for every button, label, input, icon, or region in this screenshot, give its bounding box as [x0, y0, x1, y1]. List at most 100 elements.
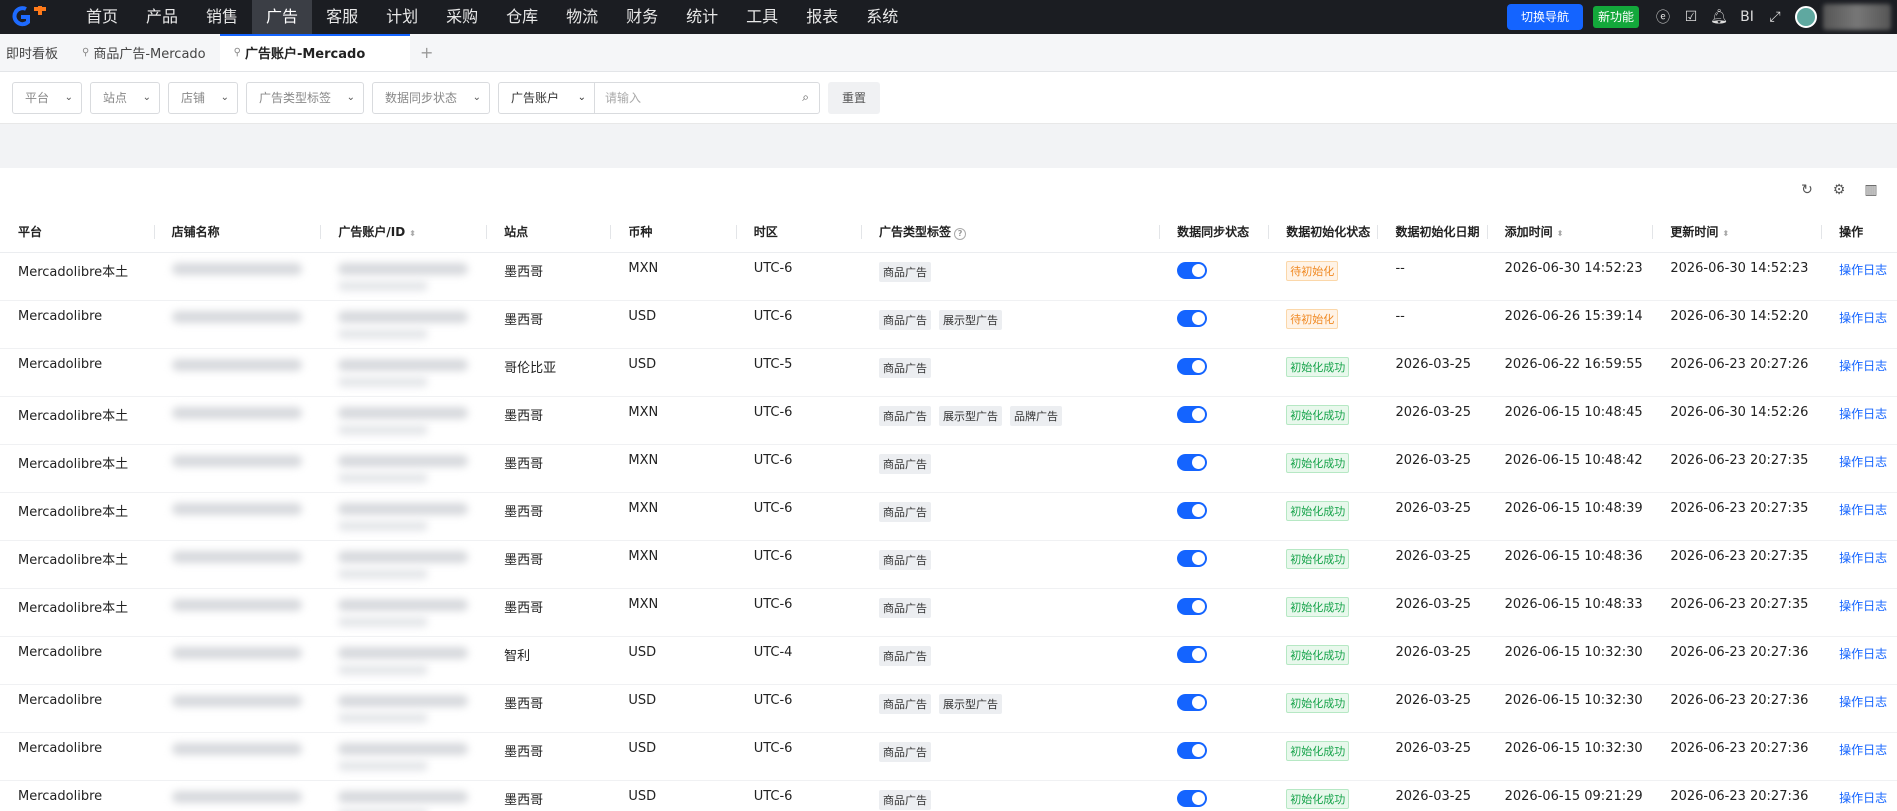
- nav-item[interactable]: 计划: [372, 0, 432, 34]
- operation-log-link[interactable]: 操作日志: [1839, 263, 1887, 277]
- sync-toggle[interactable]: [1177, 693, 1208, 711]
- col-shop: 店铺名称: [153, 212, 321, 253]
- tab-product-ads[interactable]: ⚲ 商品广告-Mercado: [68, 34, 220, 71]
- nav-item[interactable]: 报表: [792, 0, 852, 34]
- nav-item[interactable]: 系统: [852, 0, 912, 34]
- sync-toggle[interactable]: [1177, 309, 1208, 327]
- table-row[interactable]: Mercadolibre 墨西哥 USD UTC-6 商品广告 初始化成功 20…: [0, 780, 1897, 811]
- col-added[interactable]: 添加时间 ⬍: [1486, 212, 1653, 253]
- new-feature-badge[interactable]: 新功能: [1592, 6, 1639, 28]
- col-updated[interactable]: 更新时间 ⬍: [1652, 212, 1822, 253]
- add-tab-button[interactable]: +: [410, 34, 444, 71]
- bell-icon[interactable]: 🔔︎: [1705, 0, 1733, 34]
- operation-log-link[interactable]: 操作日志: [1839, 503, 1887, 517]
- operation-log-link[interactable]: 操作日志: [1839, 311, 1887, 325]
- table-row[interactable]: Mercadolibre 墨西哥 USD UTC-6 商品广告 展示型广告 待初始…: [0, 300, 1897, 349]
- sync-toggle[interactable]: [1177, 645, 1208, 663]
- settings-icon[interactable]: ⚙: [1823, 182, 1855, 198]
- cell-init-date: 2026-03-25: [1377, 684, 1487, 733]
- operation-log-link[interactable]: 操作日志: [1839, 359, 1887, 373]
- pin-icon: ⚲: [82, 47, 90, 58]
- sort-icon[interactable]: ⬍: [1722, 229, 1729, 238]
- sync-toggle[interactable]: [1177, 357, 1208, 375]
- refresh-icon[interactable]: ↻: [1791, 182, 1823, 198]
- cell-added: 2026-06-15 10:48:39: [1486, 492, 1653, 541]
- operation-log-link[interactable]: 操作日志: [1839, 551, 1887, 565]
- nav-item[interactable]: 客服: [312, 0, 372, 34]
- account-id-redacted: [338, 424, 429, 435]
- nav-item[interactable]: 物流: [552, 0, 612, 34]
- table-row[interactable]: Mercadolibre本土 墨西哥 MXN UTC-6 商品广告 初始化成功 …: [0, 540, 1897, 589]
- avatar[interactable]: [1795, 6, 1817, 28]
- sync-toggle[interactable]: [1177, 501, 1208, 519]
- nav-item[interactable]: 产品: [132, 0, 192, 34]
- table-row[interactable]: Mercadolibre本土 墨西哥 MXN UTC-6 商品广告 初始化成功 …: [0, 444, 1897, 493]
- nav-item[interactable]: 统计: [672, 0, 732, 34]
- ad-type-tag-select[interactable]: 广告类型标签 ⌄: [246, 81, 364, 114]
- sync-toggle[interactable]: [1177, 789, 1208, 807]
- table-row[interactable]: Mercadolibre本土 墨西哥 MXN UTC-6 商品广告 待初始化 -…: [0, 252, 1897, 301]
- cell-site: 墨西哥: [486, 300, 611, 349]
- site-select[interactable]: 站点 ⌄: [90, 81, 160, 114]
- nav-item[interactable]: 工具: [732, 0, 792, 34]
- sync-toggle[interactable]: [1177, 405, 1208, 423]
- tab-ad-accounts[interactable]: ⚲ 广告账户-Mercado: [219, 34, 410, 71]
- sync-toggle[interactable]: [1177, 453, 1208, 471]
- columns-icon[interactable]: ▥: [1855, 182, 1887, 198]
- help-icon[interactable]: ⓔ: [1649, 0, 1677, 34]
- search-input[interactable]: 请输入 ⌕: [595, 83, 819, 113]
- nav-item[interactable]: 仓库: [492, 0, 552, 34]
- cell-currency: MXN: [610, 492, 736, 541]
- table-row[interactable]: Mercadolibre本土 墨西哥 MXN UTC-6 商品广告 初始化成功 …: [0, 492, 1897, 541]
- table-row[interactable]: Mercadolibre本土 墨西哥 MXN UTC-6 商品广告 初始化成功 …: [0, 588, 1897, 637]
- sync-toggle[interactable]: [1177, 741, 1208, 759]
- help-icon[interactable]: ?: [954, 228, 967, 241]
- operation-log-link[interactable]: 操作日志: [1839, 455, 1887, 469]
- cell-site: 墨西哥: [486, 684, 611, 733]
- cell-site: 墨西哥: [486, 396, 611, 445]
- tab-dashboard[interactable]: 即时看板: [0, 34, 68, 71]
- nav-item[interactable]: 销售: [192, 0, 252, 34]
- table-row[interactable]: Mercadolibre 智利 USD UTC-4 商品广告 初始化成功 202…: [0, 636, 1897, 685]
- cell-timezone: UTC-6: [735, 540, 862, 589]
- operation-log-link[interactable]: 操作日志: [1839, 647, 1887, 661]
- table-row[interactable]: Mercadolibre 墨西哥 USD UTC-6 商品广告 初始化成功 20…: [0, 732, 1897, 781]
- nav-item[interactable]: 首页: [72, 0, 132, 34]
- operation-log-link[interactable]: 操作日志: [1839, 743, 1887, 757]
- search-field-select[interactable]: 广告账户 ⌄: [499, 82, 595, 113]
- fullscreen-icon[interactable]: ⤢: [1761, 0, 1789, 34]
- cell-ad-tags: 商品广告: [861, 348, 1160, 397]
- nav-item[interactable]: 广告: [252, 0, 313, 34]
- reset-button[interactable]: 重置: [828, 81, 881, 114]
- shop-select[interactable]: 店铺 ⌄: [168, 81, 238, 114]
- operation-log-link[interactable]: 操作日志: [1839, 407, 1887, 421]
- operation-log-link[interactable]: 操作日志: [1839, 791, 1887, 805]
- cell-platform: Mercadolibre: [0, 732, 154, 781]
- sync-toggle[interactable]: [1177, 261, 1208, 279]
- sync-toggle[interactable]: [1177, 549, 1208, 567]
- username[interactable]: [1823, 4, 1891, 30]
- table-row[interactable]: Mercadolibre本土 墨西哥 MXN UTC-6 商品广告 展示型广告 品牌…: [0, 396, 1897, 445]
- app-logo[interactable]: [0, 0, 72, 34]
- sort-icon[interactable]: ⬍: [409, 229, 416, 238]
- cell-action: 操作日志: [1821, 396, 1897, 445]
- cell-platform: Mercadolibre本土: [0, 444, 154, 493]
- cell-account: [320, 252, 487, 301]
- bi-link[interactable]: BI: [1733, 0, 1761, 34]
- switch-nav-button[interactable]: 切换导航: [1506, 4, 1583, 30]
- nav-item[interactable]: 财务: [612, 0, 672, 34]
- sort-icon[interactable]: ⬍: [1557, 229, 1564, 238]
- operation-log-link[interactable]: 操作日志: [1839, 599, 1887, 613]
- platform-select[interactable]: 平台 ⌄: [12, 81, 82, 114]
- table-row[interactable]: Mercadolibre 墨西哥 USD UTC-6 商品广告 展示型广告 初始化…: [0, 684, 1897, 733]
- nav-item[interactable]: 采购: [432, 0, 492, 34]
- cell-timezone: UTC-6: [735, 732, 862, 781]
- table-row[interactable]: Mercadolibre 哥伦比亚 USD UTC-5 商品广告 初始化成功 2…: [0, 348, 1897, 397]
- sync-status-select[interactable]: 数据同步状态 ⌄: [372, 81, 490, 114]
- operation-log-link[interactable]: 操作日志: [1839, 695, 1887, 709]
- cell-timezone: UTC-6: [735, 444, 862, 493]
- search-icon[interactable]: ⌕: [802, 90, 809, 105]
- tasks-icon[interactable]: ☑: [1677, 0, 1705, 34]
- col-account[interactable]: 广告账户/ID ⬍: [320, 212, 487, 253]
- sync-toggle[interactable]: [1177, 597, 1208, 615]
